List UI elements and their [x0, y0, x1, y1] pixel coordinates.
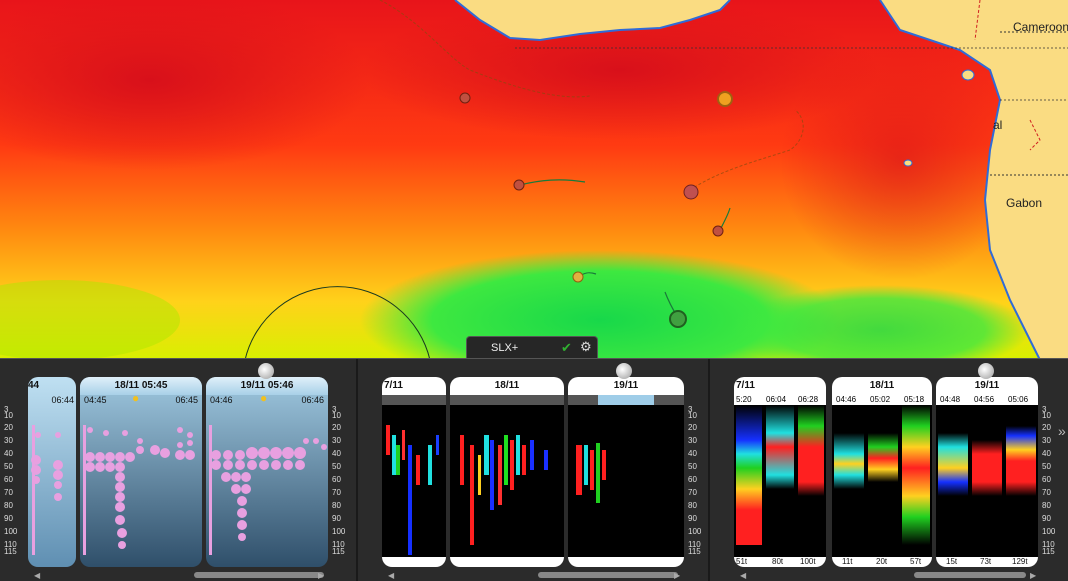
echogram-card[interactable]: 19/11 05:46 04:46 ● 06:46: [206, 377, 328, 567]
scroll-right-arrow[interactable]: ▶: [1030, 571, 1036, 580]
spectrum-plot: [460, 435, 548, 545]
echogram-card[interactable]: 44 06:44: [28, 377, 76, 567]
section-spectrum: 7/11 18/11 19/11 3 10 20 30 40 50 60 70 …: [358, 359, 708, 581]
card-date: 7/11: [734, 377, 826, 395]
scroll-right-arrow[interactable]: ▶: [318, 571, 324, 580]
sun-icon: ●: [132, 391, 140, 405]
depth-axis-right: 3 10 20 30 40 50 60 70 80 90 100 110 115: [332, 405, 346, 556]
section-echogram: 3 10 20 30 40 50 60 70 80 90 100 110 115…: [0, 359, 356, 581]
section-bands: 7/11 5:20 06:04 06:28 51t 80t 100t 18/11…: [710, 359, 1068, 581]
horizontal-scrollbar[interactable]: [914, 572, 1026, 578]
card-date: 7/11: [382, 377, 446, 395]
sun-icon: ●: [260, 391, 268, 405]
spectrum-card[interactable]: 18/11: [450, 377, 564, 567]
depth-axis-left: 3 10 20 30 40 50 60 70 80 90 100 110 115: [4, 405, 18, 556]
card-date: 19/11: [568, 377, 684, 395]
scroll-left-arrow[interactable]: ◀: [388, 571, 394, 580]
map-label-cameroon: Cameroon: [1013, 20, 1068, 34]
echo-dots: [31, 425, 63, 555]
card-date: 18/11 05:45: [80, 377, 202, 395]
scroll-left-arrow[interactable]: ◀: [34, 571, 40, 580]
card-date: 18/11: [450, 377, 564, 395]
echo-dots: [83, 425, 195, 555]
gear-icon[interactable]: ⚙: [580, 339, 592, 355]
bands-plot: [736, 405, 824, 545]
spectrum-card[interactable]: 7/11: [382, 377, 446, 567]
map-label-fragment: al: [993, 118, 1003, 132]
echogram-card[interactable]: 18/11 05:45 04:45 ● 06:45: [80, 377, 202, 567]
echo-dots: [209, 425, 327, 555]
card-date: 19/11: [936, 377, 1038, 395]
moon-icon: [258, 363, 274, 379]
horizontal-scrollbar[interactable]: [538, 572, 678, 578]
moon-icon: [978, 363, 994, 379]
bands-card[interactable]: 18/11 04:46 05:02 05:18 11t 20t 57t: [832, 377, 932, 567]
card-date: 18/11: [832, 377, 932, 395]
moon-icon: [616, 363, 632, 379]
sonar-panel: 3 10 20 30 40 50 60 70 80 90 100 110 115…: [0, 358, 1068, 581]
bands-plot: [938, 405, 1036, 545]
map-label-gabon: Gabon: [1006, 196, 1043, 210]
tab-label[interactable]: SLX+: [491, 342, 518, 354]
horizontal-scrollbar[interactable]: [194, 572, 324, 578]
spectrum-card[interactable]: 19/11: [568, 377, 684, 567]
scroll-right-arrow[interactable]: ▶: [674, 571, 680, 580]
bands-plot: [834, 405, 930, 545]
card-date: 44: [28, 380, 40, 391]
expand-right-icon[interactable]: »: [1058, 423, 1066, 439]
spectrum-plot: [576, 443, 606, 503]
spectrum-plot: [386, 425, 439, 555]
scroll-left-arrow[interactable]: ◀: [740, 571, 746, 580]
check-icon[interactable]: ✔: [561, 340, 572, 356]
bands-card[interactable]: 7/11 5:20 06:04 06:28 51t 80t 100t: [734, 377, 826, 567]
bands-card[interactable]: 19/11 04:48 04:56 05:06 15t 73t 129t: [936, 377, 1038, 567]
